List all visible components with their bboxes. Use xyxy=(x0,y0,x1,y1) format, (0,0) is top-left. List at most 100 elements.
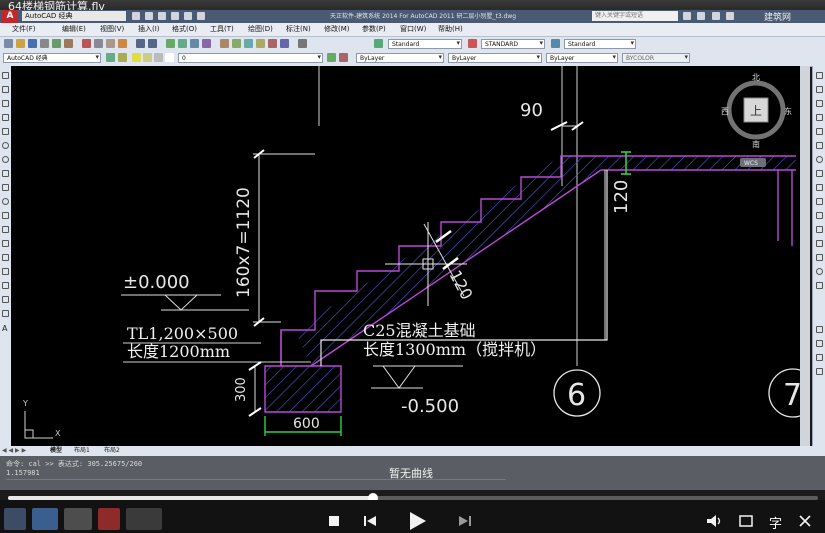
previous-icon[interactable] xyxy=(362,513,378,529)
zoom-previous-icon[interactable] xyxy=(202,39,211,48)
new-file-icon[interactable] xyxy=(132,12,140,20)
zoom-realtime-icon[interactable] xyxy=(178,39,187,48)
menu-item-help[interactable]: 帮助(H) xyxy=(438,24,463,34)
zoom-window-icon[interactable] xyxy=(190,39,199,48)
explode-icon[interactable] xyxy=(816,282,823,289)
spline-icon[interactable] xyxy=(2,184,9,191)
autocad-logo-icon[interactable]: A xyxy=(2,10,18,23)
polygon-icon[interactable] xyxy=(2,114,9,121)
taskbar-thumbnail[interactable] xyxy=(32,508,58,530)
revision-cloud-icon[interactable] xyxy=(2,170,9,177)
menu-item-view[interactable]: 视图(V) xyxy=(100,24,124,34)
dimension-panel-icon[interactable] xyxy=(816,368,823,375)
search-icon[interactable] xyxy=(683,12,691,20)
markup-icon[interactable] xyxy=(268,39,277,48)
menu-item-tools[interactable]: 工具(T) xyxy=(210,24,234,34)
insert-block-icon[interactable] xyxy=(2,226,9,233)
lineweight-dropdown[interactable]: ByLayer xyxy=(546,53,618,63)
dim-style-dropdown[interactable]: STANDARD xyxy=(481,39,545,49)
new-icon[interactable] xyxy=(4,39,13,48)
layer-lock-icon[interactable] xyxy=(154,53,163,62)
menu-item-draw[interactable]: 绘图(D) xyxy=(248,24,273,34)
text-style-dropdown[interactable]: Standard xyxy=(388,39,462,49)
viewcube-north[interactable]: 北 xyxy=(752,73,760,82)
polyline-icon[interactable] xyxy=(2,100,9,107)
volume-icon[interactable] xyxy=(705,513,725,529)
sheet-set-icon[interactable] xyxy=(256,39,265,48)
undo-icon[interactable] xyxy=(184,12,192,20)
redo-icon[interactable] xyxy=(197,12,205,20)
trim-icon[interactable] xyxy=(816,198,823,205)
array-icon[interactable] xyxy=(816,128,823,135)
arc-icon[interactable] xyxy=(2,142,9,149)
region-icon[interactable] xyxy=(2,296,9,303)
star-icon[interactable] xyxy=(712,12,720,20)
extend-icon[interactable] xyxy=(816,212,823,219)
stop-icon[interactable] xyxy=(326,513,342,529)
print-icon[interactable] xyxy=(171,12,179,20)
workspace-combo[interactable]: AutoCAD 经典 xyxy=(3,53,101,63)
menu-item-edit[interactable]: 编辑(E) xyxy=(62,24,86,34)
mirror-icon[interactable] xyxy=(816,100,823,107)
search-input[interactable]: 键入关键字或短语 xyxy=(592,11,678,21)
break-icon[interactable] xyxy=(816,226,823,233)
layer-freeze-icon[interactable] xyxy=(143,53,152,62)
menu-item-window[interactable]: 窗口(W) xyxy=(400,24,426,34)
menu-item-parameters[interactable]: 参数(P) xyxy=(362,24,386,34)
fillet-icon[interactable] xyxy=(816,268,823,275)
layer-dropdown[interactable]: 0 xyxy=(178,53,323,63)
menu-item-modify[interactable]: 修改(M) xyxy=(324,24,350,34)
fullscreen-icon[interactable] xyxy=(738,513,754,529)
preview-icon[interactable] xyxy=(52,39,61,48)
stretch-icon[interactable] xyxy=(816,184,823,191)
layer-manager-icon[interactable] xyxy=(118,53,127,62)
design-center-icon[interactable] xyxy=(232,39,241,48)
viewcube[interactable]: 上 北 南 西 东 WCS xyxy=(721,73,792,167)
circle-icon[interactable] xyxy=(2,156,9,163)
block-panel-icon[interactable] xyxy=(816,354,823,361)
point-icon[interactable] xyxy=(2,254,9,261)
open-file-icon[interactable] xyxy=(145,12,153,20)
viewcube-south[interactable]: 南 xyxy=(752,139,760,149)
viewcube-west[interactable]: 西 xyxy=(721,107,729,116)
move-icon[interactable] xyxy=(816,142,823,149)
menu-item-dimension[interactable]: 标注(N) xyxy=(286,24,311,34)
layer-previous-icon[interactable] xyxy=(339,53,348,62)
exchange-icon[interactable] xyxy=(697,12,705,20)
taskbar-thumbnail[interactable] xyxy=(126,508,162,530)
tool-palettes-icon[interactable] xyxy=(244,39,253,48)
ellipse-arc-icon[interactable] xyxy=(2,212,9,219)
chamfer-icon[interactable] xyxy=(816,254,823,261)
properties-icon[interactable] xyxy=(220,39,229,48)
ellipse-icon[interactable] xyxy=(2,198,9,205)
save-icon[interactable] xyxy=(28,39,37,48)
next-icon[interactable] xyxy=(457,513,473,529)
gradient-icon[interactable] xyxy=(2,282,9,289)
tab-layout2[interactable]: 布局2 xyxy=(104,446,120,456)
tab-model[interactable]: 模型 xyxy=(50,446,62,456)
publish-icon[interactable] xyxy=(64,39,73,48)
tab-layout1[interactable]: 布局1 xyxy=(74,446,90,456)
login-label[interactable]: 建筑网 xyxy=(764,10,791,23)
menu-item-format[interactable]: 格式(O) xyxy=(172,24,197,34)
help-icon[interactable] xyxy=(298,39,307,48)
menu-item-insert[interactable]: 插入(I) xyxy=(138,24,160,34)
join-icon[interactable] xyxy=(816,240,823,247)
quickcalc-icon[interactable] xyxy=(280,39,289,48)
redo-icon[interactable] xyxy=(148,39,157,48)
rectangle-icon[interactable] xyxy=(2,128,9,135)
offset-icon[interactable] xyxy=(816,114,823,121)
tab-navigation-arrows[interactable]: ◀ ◀ ▶ ▶ xyxy=(2,446,26,456)
cut-icon[interactable] xyxy=(82,39,91,48)
save-icon[interactable] xyxy=(158,12,166,20)
rotate-icon[interactable] xyxy=(816,156,823,163)
erase-icon[interactable] xyxy=(816,72,823,79)
layer-color-icon[interactable] xyxy=(165,53,174,62)
properties-panel-icon[interactable] xyxy=(816,326,823,333)
copy-icon[interactable] xyxy=(94,39,103,48)
print-icon[interactable] xyxy=(40,39,49,48)
plot-style-dropdown[interactable]: BYCOLOR xyxy=(622,53,690,63)
linetype-dropdown[interactable]: ByLayer xyxy=(448,53,542,63)
open-icon[interactable] xyxy=(16,39,25,48)
copy-object-icon[interactable] xyxy=(816,86,823,93)
